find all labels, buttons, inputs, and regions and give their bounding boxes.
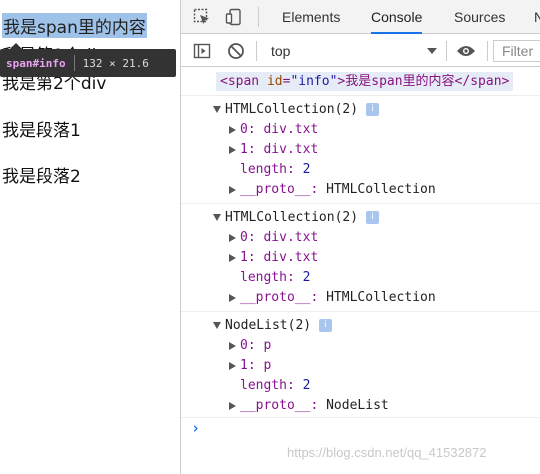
watermark-text: https://blog.csdn.net/qq_41532872 (287, 445, 487, 460)
item-key: 0 (240, 338, 248, 353)
proto-value: NodeList (326, 398, 389, 413)
item-value: p (263, 358, 272, 373)
info-icon[interactable]: i (366, 103, 380, 116)
collection-item[interactable]: 0: div.txt (181, 120, 540, 140)
collection-length: length: 2 (240, 162, 311, 177)
proto-value: HTMLCollection (326, 290, 436, 305)
expand-triangle-icon[interactable] (229, 361, 236, 370)
tab-console[interactable]: Console (371, 0, 423, 34)
expand-triangle-icon[interactable] (229, 185, 236, 194)
inspect-element-icon[interactable] (191, 6, 213, 28)
devtools-tabbar: Elements Console Sources N (181, 0, 540, 34)
console-output: <span id="info">我是span里的内容</span> HTMLCo… (181, 68, 540, 474)
expand-triangle-icon[interactable] (229, 145, 236, 154)
proto-label: __proto__ (240, 290, 311, 305)
devtools-panel: Elements Console Sources N top Filter <s… (180, 0, 540, 474)
expand-triangle-icon[interactable] (213, 106, 221, 113)
collection-proto[interactable]: __proto__: NodeList (181, 396, 540, 416)
sidebar-toggle-icon[interactable] (191, 40, 213, 62)
console-log-entry: HTMLCollection(2) i 0: div.txt 1: div.txt… (181, 96, 540, 204)
item-key: 1 (240, 142, 248, 157)
expand-triangle-icon[interactable] (229, 293, 236, 302)
collection-length: length: 2 (240, 270, 311, 285)
expand-triangle-icon[interactable] (229, 253, 236, 262)
expand-triangle-icon[interactable] (229, 233, 236, 242)
toolbar-divider (256, 41, 257, 61)
item-key: 1 (240, 358, 248, 373)
chevron-down-icon (427, 48, 437, 54)
tab-elements[interactable]: Elements (282, 0, 340, 34)
info-icon[interactable]: i (319, 319, 333, 332)
item-key: 1 (240, 250, 248, 265)
html-content-close: >我是span里的内容</span> (337, 74, 510, 89)
item-key: 0 (240, 122, 248, 137)
toolbar-divider (487, 41, 488, 61)
item-value: div.txt (263, 122, 319, 137)
attr-value: "info" (290, 74, 338, 89)
toolbar-divider (446, 41, 447, 61)
inspect-tooltip: span #info 132 × 21.6 (0, 49, 176, 77)
device-toolbar-icon[interactable] (223, 6, 245, 28)
span-element-log[interactable]: <span id="info">我是span里的内容</span> (181, 70, 540, 94)
tab-network[interactable]: N (534, 0, 540, 34)
info-icon[interactable]: i (366, 211, 380, 224)
length-label: length (240, 162, 287, 177)
collection-item[interactable]: 0: p (181, 336, 540, 356)
expand-triangle-icon[interactable] (229, 341, 236, 350)
console-log-entry: <span id="info">我是span里的内容</span> (181, 68, 540, 96)
collection-item[interactable]: 1: p (181, 356, 540, 376)
tooltip-id: #info (32, 56, 66, 70)
expand-triangle-icon[interactable] (229, 401, 236, 410)
item-key: 0 (240, 230, 248, 245)
item-value: div.txt (263, 230, 319, 245)
collection-proto[interactable]: __proto__: HTMLCollection (181, 288, 540, 308)
console-log-entry: NodeList(2) i 0: p 1: p length: 2 __proto… (181, 312, 540, 418)
clear-console-icon[interactable] (225, 40, 247, 62)
collection-item[interactable]: 0: div.txt (181, 228, 540, 248)
proto-value: HTMLCollection (326, 182, 436, 197)
console-filter-input[interactable]: Filter (493, 40, 540, 62)
collection-item[interactable]: 1: div.txt (181, 140, 540, 160)
collection-label: HTMLCollection(2) (225, 102, 359, 117)
collection-proto[interactable]: __proto__: HTMLCollection (181, 180, 540, 200)
tab-sources[interactable]: Sources (454, 0, 505, 34)
expand-triangle-icon[interactable] (229, 125, 236, 134)
item-value: div.txt (263, 250, 319, 265)
collection-label: HTMLCollection(2) (225, 210, 359, 225)
proto-label: __proto__ (240, 398, 311, 413)
length-value: 2 (302, 378, 311, 393)
collection-label: NodeList(2) (225, 318, 312, 333)
tabbar-divider (258, 7, 259, 27)
span-element-preview: <span id="info">我是span里的内容</span> (216, 72, 514, 91)
tooltip-separator (73, 55, 75, 71)
context-selector[interactable]: top (263, 40, 439, 62)
paragraph-2: 我是段落2 (2, 167, 81, 187)
collection-header[interactable]: NodeList(2) i (181, 316, 540, 336)
length-value: 2 (302, 162, 311, 177)
tooltip-dimensions: 132 × 21.6 (82, 56, 149, 70)
length-label: length (240, 378, 287, 393)
live-expression-eye-icon[interactable] (455, 40, 477, 62)
paragraph-1: 我是段落1 (2, 121, 81, 141)
console-toolbar: top Filter (181, 35, 540, 67)
console-log-entry: HTMLCollection(2) i 0: div.txt 1: div.txt… (181, 204, 540, 312)
collection-item[interactable]: 1: div.txt (181, 248, 540, 268)
item-value: p (263, 338, 272, 353)
collection-header[interactable]: HTMLCollection(2) i (181, 100, 540, 120)
item-value: div.txt (263, 142, 319, 157)
length-value: 2 (302, 270, 311, 285)
expand-triangle-icon[interactable] (213, 214, 221, 221)
length-label: length (240, 270, 287, 285)
proto-label: __proto__ (240, 182, 311, 197)
collection-header[interactable]: HTMLCollection(2) i (181, 208, 540, 228)
console-prompt[interactable]: › (191, 419, 200, 437)
span-info-element[interactable]: 我是span里的内容 (2, 13, 147, 38)
expand-triangle-icon[interactable] (213, 322, 221, 329)
tooltip-tag: span (6, 56, 33, 70)
html-open-tag: <span (220, 74, 260, 89)
attr-name: id (266, 74, 283, 89)
collection-length: length: 2 (240, 378, 311, 393)
page-viewport: 我是span里的内容 我是第1个div 我是第2个div 我是段落1 我是段落2… (0, 0, 180, 474)
context-value: top (271, 43, 291, 59)
